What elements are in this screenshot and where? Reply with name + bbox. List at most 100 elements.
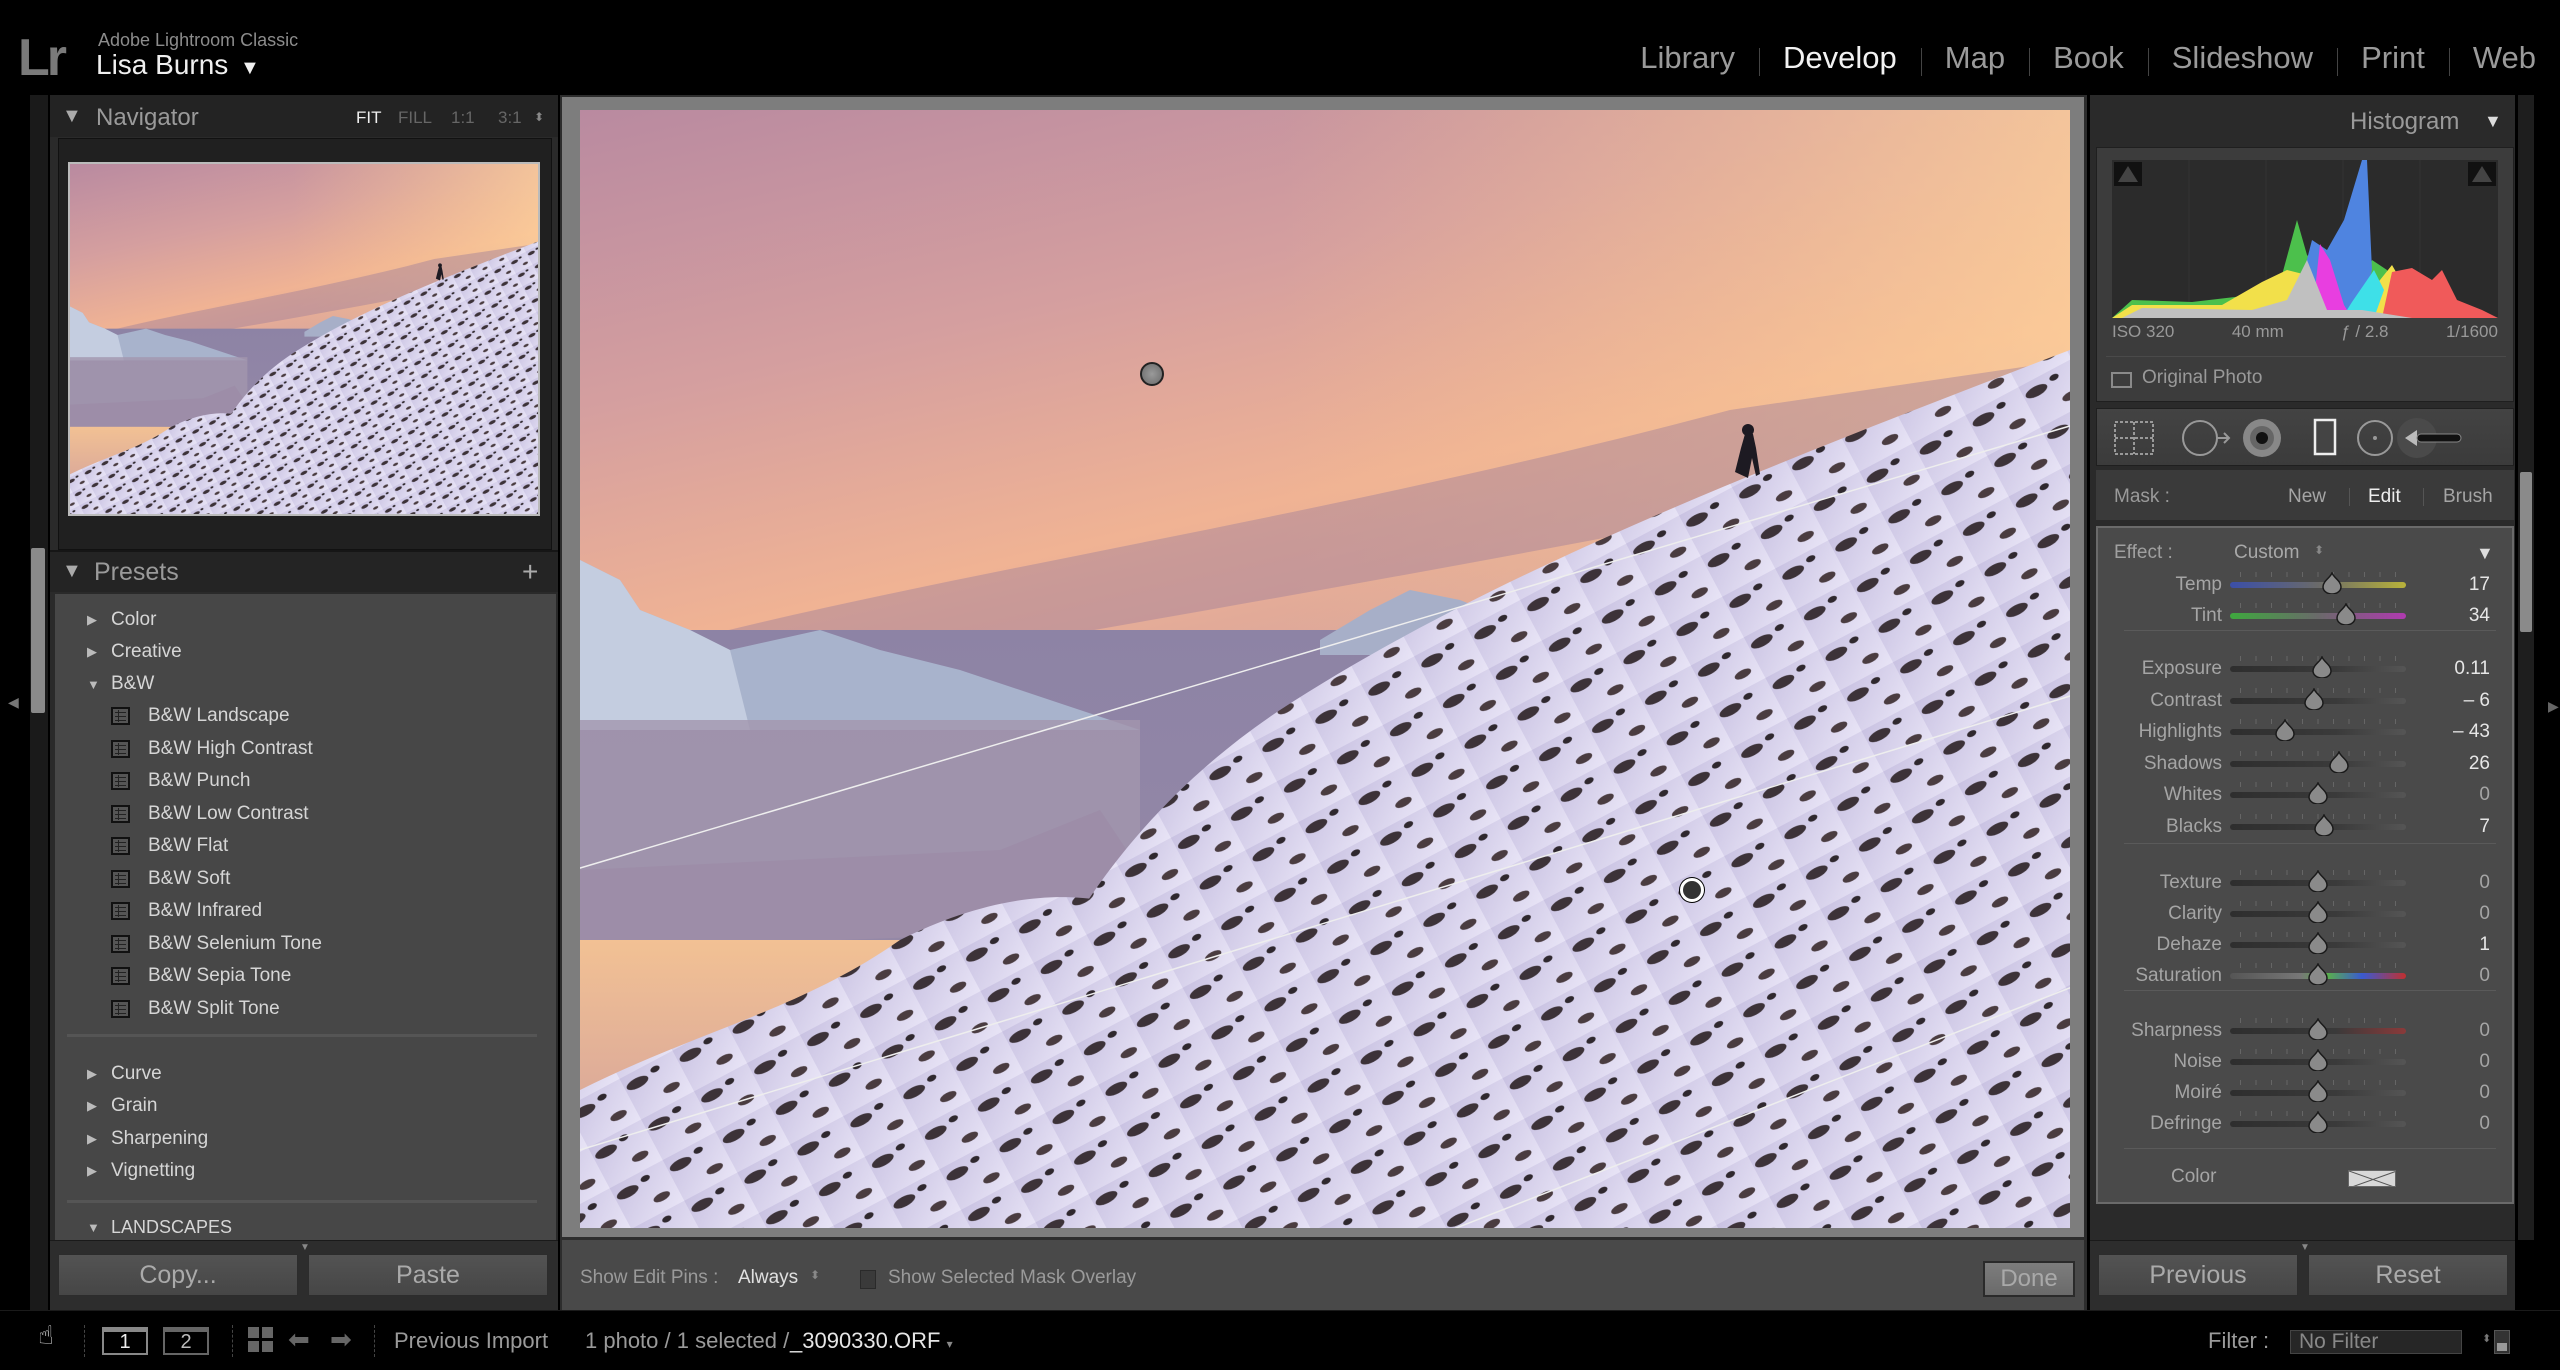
slider-thumb[interactable] [2313, 812, 2335, 837]
panel-resize-caret-icon[interactable]: ▼ [2300, 1242, 2310, 1253]
collapse-left-panel-icon[interactable]: ◀ [8, 694, 19, 711]
slider-value[interactable]: 17 [2469, 574, 2490, 596]
gradient-line-bottom[interactable] [1400, 980, 2070, 1228]
spot-removal-icon[interactable] [2182, 420, 2231, 456]
preset-group-landscapes[interactable]: ▼ LANDSCAPES [87, 1217, 232, 1238]
slider-value[interactable]: 0 [2479, 1082, 2490, 1104]
edit-pin-active[interactable] [1680, 878, 1704, 902]
slider-thumb[interactable] [2307, 961, 2329, 986]
slider-value[interactable]: 7 [2479, 816, 2490, 838]
preset-item[interactable]: B&W Landscape [111, 705, 290, 727]
triangle-down-icon[interactable]: ▼ [240, 57, 260, 80]
slider-value[interactable]: 0.11 [2454, 658, 2490, 680]
preset-group-bw[interactable]: ▼ B&W [87, 673, 154, 695]
slider-value[interactable]: 0 [2479, 1051, 2490, 1073]
preset-group-curve[interactable]: ▶ Curve [87, 1063, 162, 1085]
module-web[interactable]: Web [2448, 40, 2560, 76]
grid-view-icon[interactable] [248, 1327, 274, 1353]
effect-preset-select[interactable]: Custom [2234, 542, 2299, 564]
filter-select[interactable]: No Filter [2290, 1330, 2462, 1354]
slider-track[interactable] [2230, 729, 2406, 735]
file-name[interactable]: _3090330.ORF ▾ [790, 1328, 953, 1354]
main-window-button[interactable]: 1 [102, 1327, 148, 1355]
previous-button[interactable]: Previous [2098, 1254, 2298, 1296]
slider-value[interactable]: 0 [2479, 903, 2490, 925]
preset-item[interactable]: B&W High Contrast [111, 738, 313, 760]
triangle-down-icon[interactable]: ▼ [2484, 111, 2502, 132]
highlight-clipping-icon[interactable] [2468, 162, 2496, 186]
preset-group-vignetting[interactable]: ▶ Vignetting [87, 1160, 195, 1182]
module-map[interactable]: Map [1920, 40, 2029, 76]
slider-thumb[interactable] [2311, 654, 2333, 679]
slider-thumb[interactable] [2303, 686, 2325, 711]
show-mask-overlay-label[interactable]: Show Selected Mask Overlay [888, 1267, 1136, 1289]
slider-value[interactable]: 0 [2479, 1020, 2490, 1042]
slider-value[interactable]: – 43 [2453, 721, 2490, 743]
slider-value[interactable]: 0 [2479, 965, 2490, 987]
slider-value[interactable]: 0 [2479, 1113, 2490, 1135]
slider-value[interactable]: – 6 [2464, 690, 2490, 712]
preset-item[interactable]: B&W Sepia Tone [111, 965, 291, 987]
plus-icon[interactable]: + [522, 556, 538, 588]
preset-item[interactable]: B&W Selenium Tone [111, 933, 322, 955]
slider-thumb[interactable] [2328, 749, 2350, 774]
module-develop[interactable]: Develop [1759, 40, 1921, 76]
slider-thumb[interactable] [2335, 601, 2357, 626]
stepper-arrows-icon[interactable]: ⬍ [2482, 1332, 2491, 1345]
mask-brush[interactable]: Brush [2443, 486, 2493, 508]
mask-new[interactable]: New [2288, 486, 2326, 508]
edit-pin-inactive[interactable] [1140, 362, 1164, 386]
slider-thumb[interactable] [2307, 780, 2329, 805]
slider-thumb[interactable] [2321, 570, 2343, 595]
preset-group-creative[interactable]: ▶ Creative [87, 641, 182, 663]
arrow-left-icon[interactable]: ⬅ [288, 1324, 310, 1355]
color-swatch[interactable] [2348, 1170, 2396, 1187]
slider-value[interactable]: 0 [2479, 784, 2490, 806]
preset-item[interactable]: B&W Punch [111, 770, 250, 792]
mask-edit[interactable]: Edit [2368, 486, 2401, 508]
preset-group-grain[interactable]: ▶ Grain [87, 1095, 157, 1117]
triangle-down-icon[interactable]: ▼ [2476, 543, 2494, 564]
slider-track[interactable] [2230, 760, 2406, 767]
triangle-down-icon[interactable]: ▼ [62, 105, 82, 128]
slider-thumb[interactable] [2274, 717, 2296, 742]
hand-pointer-icon[interactable]: ☝ [38, 1320, 54, 1351]
slider-thumb[interactable] [2307, 930, 2329, 955]
module-print[interactable]: Print [2337, 40, 2449, 76]
filmstrip-source[interactable]: Previous Import [394, 1328, 548, 1354]
triangle-down-icon[interactable]: ▼ [62, 560, 82, 583]
radial-filter-icon[interactable] [2357, 420, 2393, 456]
slider-thumb[interactable] [2307, 1078, 2329, 1103]
crop-overlay-icon[interactable] [2114, 421, 2154, 455]
module-library[interactable]: Library [1616, 40, 1759, 76]
slider-thumb[interactable] [2307, 868, 2329, 893]
slider-track[interactable] [2230, 613, 2406, 619]
preset-item[interactable]: B&W Infrared [111, 900, 262, 922]
right-panel-scrollbar[interactable] [2518, 95, 2534, 1240]
stepper-arrows-icon[interactable]: ⬍ [2314, 543, 2324, 557]
preset-item[interactable]: B&W Flat [111, 835, 228, 857]
zoom-stepper-icon[interactable]: ⬍ [534, 110, 544, 124]
main-photo[interactable] [580, 110, 2070, 1228]
panel-resize-caret-icon[interactable]: ▼ [300, 1242, 310, 1253]
slider-value[interactable]: 1 [2479, 934, 2490, 956]
navigator-preview[interactable] [68, 162, 540, 516]
filter-lock-icon[interactable] [2494, 1330, 2510, 1354]
identity-plate-user[interactable]: Lisa Burns [96, 49, 228, 81]
slider-thumb[interactable] [2307, 899, 2329, 924]
slider-thumb[interactable] [2307, 1047, 2329, 1072]
slider-value[interactable]: 34 [2469, 605, 2490, 627]
zoom-1-1[interactable]: 1:1 [451, 108, 475, 128]
slider-value[interactable]: 0 [2479, 872, 2490, 894]
original-photo-label[interactable]: Original Photo [2142, 367, 2262, 389]
original-photo-checkbox[interactable] [2111, 372, 2132, 388]
done-button[interactable]: Done [1983, 1261, 2075, 1297]
adjustment-brush-icon[interactable] [2397, 418, 2462, 458]
gradient-line-center[interactable] [580, 690, 2070, 1156]
red-eye-icon[interactable] [2243, 419, 2281, 457]
shadow-clipping-icon[interactable] [2114, 162, 2142, 186]
preset-item[interactable]: B&W Soft [111, 868, 230, 890]
collapse-right-panel-icon[interactable]: ▶ [2548, 698, 2559, 715]
reset-button[interactable]: Reset [2308, 1254, 2508, 1296]
slider-thumb[interactable] [2307, 1016, 2329, 1041]
